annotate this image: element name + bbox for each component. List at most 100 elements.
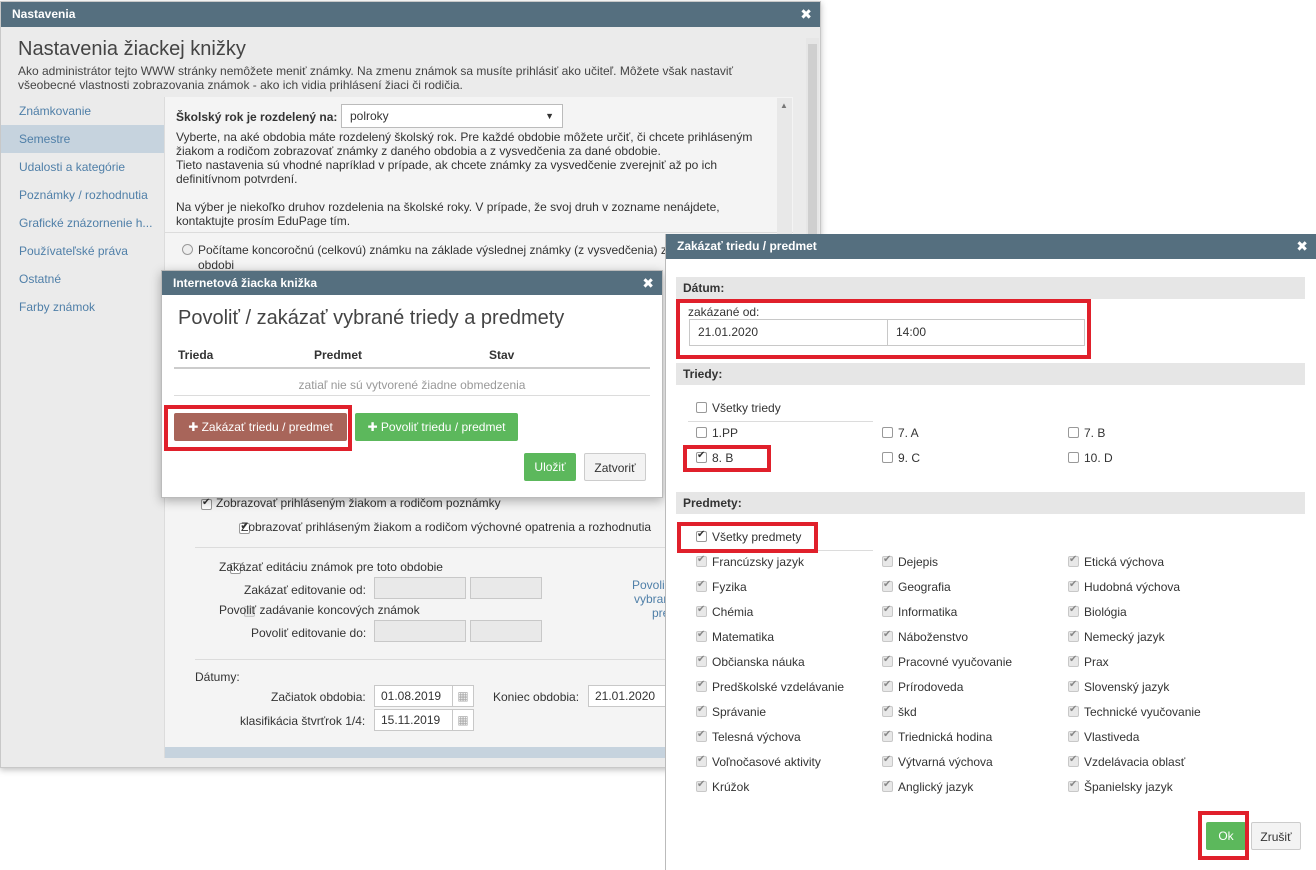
sidebar-item-notes[interactable]: Poznámky / rozhodnutia bbox=[1, 181, 164, 209]
subject-checkbox[interactable]: Hudobná výchova bbox=[1068, 579, 1181, 594]
class-label: 9. C bbox=[898, 451, 921, 465]
subject-checkbox[interactable]: Dejepis bbox=[882, 554, 938, 569]
subject-label: Krúžok bbox=[712, 780, 750, 794]
close-button[interactable]: Zatvoriť bbox=[584, 453, 646, 481]
final-grade-radio[interactable] bbox=[182, 244, 193, 255]
period-end-input[interactable]: 21.01.2020 bbox=[588, 685, 668, 707]
close-icon[interactable]: ✖ bbox=[1296, 234, 1308, 259]
save-button[interactable]: Uložiť bbox=[524, 453, 576, 481]
info-line: žiakom a rodičom zobrazovať známky z dan… bbox=[176, 144, 661, 158]
subject-label: Technické vyučovanie bbox=[1084, 705, 1201, 719]
subject-label: Vlastiveda bbox=[1084, 730, 1140, 744]
show-notes-checkbox[interactable] bbox=[201, 497, 212, 511]
disable-class-subject-dialog: Zakázať triedu / predmet ✖ Dátum: zakáza… bbox=[665, 234, 1316, 870]
subject-checkbox[interactable]: Anglický jazyk bbox=[882, 779, 973, 794]
ok-button[interactable]: Ok bbox=[1206, 822, 1246, 850]
subject-checkbox[interactable]: Prax bbox=[1068, 654, 1109, 669]
scroll-up-icon[interactable]: ▲ bbox=[780, 101, 788, 110]
checkbox-icon bbox=[696, 450, 707, 464]
class-label: 7. A bbox=[898, 426, 919, 440]
subject-checkbox[interactable]: Matematika bbox=[696, 629, 774, 644]
period-start-input[interactable]: 01.08.2019 bbox=[374, 685, 454, 707]
sidebar-item-user-rights[interactable]: Používateľské práva bbox=[1, 237, 164, 265]
enable-class-subject-button[interactable]: ✚ Povoliť triedu / predmet bbox=[355, 413, 518, 441]
enable-button-label: Povoliť triedu / predmet bbox=[380, 420, 506, 434]
sidebar-item-events[interactable]: Udalosti a kategórie bbox=[1, 153, 164, 181]
allow-to-date-input[interactable] bbox=[374, 620, 466, 642]
subject-checkbox[interactable]: Náboženstvo bbox=[882, 629, 968, 644]
class-checkbox-8b[interactable]: 8. B bbox=[696, 450, 733, 465]
calendar-icon[interactable]: ▦ bbox=[452, 709, 474, 731]
disable-from-date-input[interactable] bbox=[374, 577, 466, 599]
subject-checkbox[interactable]: Etická výchova bbox=[1068, 554, 1164, 569]
class-checkbox-7a[interactable]: 7. A bbox=[882, 426, 919, 440]
class-checkbox-7b[interactable]: 7. B bbox=[1068, 426, 1105, 440]
checkbox-icon bbox=[696, 427, 707, 439]
subject-checkbox[interactable]: Slovenský jazyk bbox=[1068, 679, 1169, 694]
checkbox-icon bbox=[696, 679, 707, 693]
side-link[interactable]: Povoli bbox=[632, 578, 665, 592]
subject-label: Telesná výchova bbox=[712, 730, 801, 744]
date-value: 21.01.2020 bbox=[698, 325, 759, 339]
class-checkbox-10d[interactable]: 10. D bbox=[1068, 451, 1113, 465]
checkbox-icon bbox=[696, 604, 707, 618]
subject-checkbox[interactable]: Občianska náuka bbox=[696, 654, 805, 669]
checkbox-icon bbox=[1068, 629, 1079, 643]
disable-from-time-input[interactable] bbox=[470, 577, 542, 599]
sidebar-item-grade-colors[interactable]: Farby známok bbox=[1, 293, 164, 321]
checkbox-icon bbox=[1068, 579, 1079, 593]
allow-to-time-input[interactable] bbox=[470, 620, 542, 642]
checkbox-icon bbox=[696, 402, 707, 414]
subject-checkbox[interactable]: Vzdelávacia oblasť bbox=[1068, 754, 1186, 769]
subject-checkbox[interactable]: Predškolské vzdelávanie bbox=[696, 679, 844, 694]
subject-checkbox[interactable]: Prírodoveda bbox=[882, 679, 963, 694]
subject-checkbox[interactable]: Voľnočasové aktivity bbox=[696, 754, 821, 769]
subject-checkbox[interactable]: Biológia bbox=[1068, 604, 1127, 619]
close-icon[interactable]: ✖ bbox=[800, 2, 812, 27]
sidebar-item-semesters[interactable]: Semestre bbox=[1, 125, 164, 153]
modal-titlebar: Internetová žiacka knižka ✖ bbox=[162, 271, 662, 295]
subject-checkbox[interactable]: škd bbox=[882, 704, 917, 719]
subject-label: Vzdelávacia oblasť bbox=[1084, 755, 1186, 769]
all-classes-checkbox[interactable]: Všetky triedy bbox=[696, 401, 781, 415]
quarter-input[interactable]: 15.11.2019 bbox=[374, 709, 454, 731]
all-subjects-checkbox[interactable]: Všetky predmety bbox=[696, 529, 801, 544]
school-year-select[interactable]: polroky ▼ bbox=[341, 104, 563, 128]
cancel-button[interactable]: Zrušiť bbox=[1251, 822, 1301, 850]
subject-checkbox[interactable]: Pracovné vyučovanie bbox=[882, 654, 1012, 669]
dialog-titlebar: Zakázať triedu / predmet ✖ bbox=[666, 234, 1316, 259]
subject-checkbox[interactable]: Chémia bbox=[696, 604, 753, 619]
subject-checkbox[interactable]: Fyzika bbox=[696, 579, 747, 594]
subject-checkbox[interactable]: Krúžok bbox=[696, 779, 750, 794]
subject-checkbox[interactable]: Výtvarná výchova bbox=[882, 754, 993, 769]
scrollbar-thumb[interactable] bbox=[808, 44, 817, 244]
subject-checkbox[interactable]: Španielsky jazyk bbox=[1068, 779, 1173, 794]
calendar-icon[interactable]: ▦ bbox=[452, 685, 474, 707]
column-header-state: Stav bbox=[489, 348, 515, 362]
disable-class-subject-button[interactable]: ✚ Zakázať triedu / predmet bbox=[174, 413, 347, 441]
disabled-from-time-input[interactable]: 14:00 bbox=[887, 319, 1085, 346]
subject-checkbox[interactable]: Technické vyučovanie bbox=[1068, 704, 1201, 719]
disable-edit-label: Zakázať editáciu známok pre toto obdobie bbox=[219, 560, 443, 574]
subject-label: Hudobná výchova bbox=[1084, 580, 1181, 594]
checkbox-icon bbox=[1068, 604, 1079, 618]
subject-checkbox[interactable]: Francúzsky jazyk bbox=[696, 554, 804, 569]
subject-checkbox[interactable]: Geografia bbox=[882, 579, 951, 594]
sidebar-item-other[interactable]: Ostatné bbox=[1, 265, 164, 293]
subjects-section-header: Predmety: bbox=[676, 492, 1305, 514]
subject-checkbox[interactable]: Telesná výchova bbox=[696, 729, 801, 744]
class-checkbox-9c[interactable]: 9. C bbox=[882, 451, 920, 465]
sidebar-item-graphs[interactable]: Grafické znázornenie h... bbox=[1, 209, 164, 237]
column-header-class: Trieda bbox=[178, 348, 214, 362]
subject-checkbox[interactable]: Nemecký jazyk bbox=[1068, 629, 1165, 644]
sidebar-item-grading[interactable]: Známkovanie bbox=[1, 97, 164, 125]
subject-checkbox[interactable]: Triednická hodina bbox=[882, 729, 992, 744]
subject-checkbox[interactable]: Vlastiveda bbox=[1068, 729, 1140, 744]
close-icon[interactable]: ✖ bbox=[642, 271, 654, 295]
disabled-from-date-input[interactable]: 21.01.2020 bbox=[689, 319, 888, 346]
checkbox-icon bbox=[882, 754, 893, 768]
subject-checkbox[interactable]: Správanie bbox=[696, 704, 766, 719]
page-title: Nastavenia žiackej knižky bbox=[18, 38, 246, 60]
subject-checkbox[interactable]: Informatika bbox=[882, 604, 957, 619]
class-checkbox-1pp[interactable]: 1.PP bbox=[696, 426, 738, 440]
